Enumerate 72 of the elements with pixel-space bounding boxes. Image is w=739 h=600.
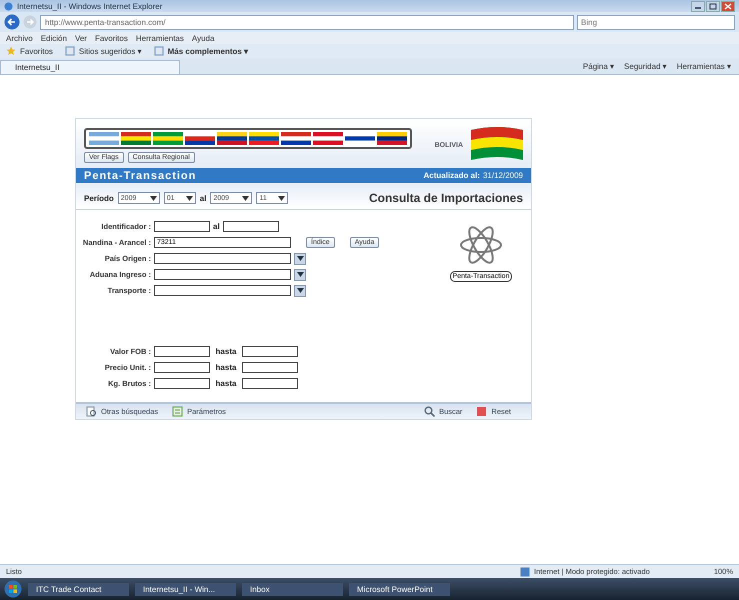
text-field[interactable] [154, 378, 210, 389]
favorites-link[interactable]: Sitios sugeridos ▾ [78, 46, 142, 56]
page-heading: Consulta de Importaciones [368, 191, 523, 205]
dropdown-arrow-icon [296, 272, 304, 277]
flag-icon [313, 132, 343, 144]
text-field[interactable] [242, 346, 298, 357]
range-label: hasta [214, 363, 238, 372]
menu-item[interactable]: Favoritos [94, 34, 128, 42]
star-icon [6, 46, 16, 56]
picker-button[interactable] [294, 284, 306, 296]
menu-item[interactable]: Ver [74, 34, 87, 42]
search-icon [424, 406, 436, 417]
period-to-label: al [200, 194, 206, 202]
menu-item[interactable]: Herramientas [136, 34, 184, 42]
toolbar-menu[interactable]: Página ▾ [582, 62, 614, 70]
browser-tab[interactable]: Internetsu_II [0, 60, 180, 74]
flag-icon [377, 132, 407, 144]
taskbar-item[interactable]: Microsoft PowerPoint [349, 582, 450, 596]
text-field[interactable] [154, 346, 210, 357]
search-field[interactable]: Bing [577, 14, 735, 30]
search-doc-icon [86, 406, 97, 417]
taskbar-item[interactable]: ITC Trade Contact [28, 582, 129, 596]
address-field[interactable]: http://www.penta-transaction.com/ [40, 14, 574, 30]
favorites-link[interactable]: Favoritos [20, 46, 53, 56]
dropdown-arrow-icon [278, 196, 286, 200]
back-icon [4, 14, 20, 30]
brand-name: Penta-Transaction [84, 170, 196, 182]
period-label: Período [84, 194, 114, 202]
url-text: http://www.penta-transaction.com/ [45, 18, 166, 26]
flag-icon [153, 132, 183, 144]
text-field[interactable] [154, 362, 210, 373]
flag-icon [249, 132, 279, 144]
select-field[interactable] [154, 253, 291, 264]
dropdown-arrow-icon [242, 196, 250, 200]
menu-item[interactable]: Archivo [6, 34, 33, 42]
maximize-button[interactable] [706, 0, 720, 12]
browser-icon [4, 2, 13, 10]
flag-icon [89, 132, 119, 144]
favorites-link[interactable]: Más complementos ▾ [168, 46, 248, 56]
flag-icon [121, 132, 151, 144]
text-field[interactable] [222, 221, 279, 232]
menu-item[interactable]: Edición [40, 34, 67, 42]
start-button-icon [4, 580, 22, 598]
updated-date: 31/12/2009 [482, 171, 523, 180]
taskbar-item[interactable]: Internetsu_II - Win... [135, 582, 236, 596]
reset-icon [476, 406, 488, 417]
text-field[interactable] [154, 221, 210, 232]
dropdown-arrow-icon [186, 196, 193, 200]
range-label: al [213, 222, 220, 231]
updated-label: Actualizado al: [424, 171, 480, 180]
dropdown-arrow-icon [296, 256, 304, 261]
text-field[interactable] [242, 378, 298, 389]
select-field[interactable] [154, 285, 291, 296]
dropdown-arrow-icon [150, 196, 157, 200]
select-field[interactable] [154, 269, 291, 280]
text-field[interactable] [242, 362, 298, 373]
range-label: hasta [214, 379, 238, 388]
toolbar-menu[interactable]: Seguridad ▾ [624, 62, 667, 70]
close-button[interactable] [721, 0, 735, 12]
flag-icon [217, 132, 247, 144]
list-icon [172, 406, 184, 417]
flag-icon [281, 132, 311, 144]
range-label: hasta [214, 347, 238, 356]
picker-button[interactable] [294, 268, 306, 280]
window-title: Internetsu_II - Windows Internet Explorer [17, 2, 164, 10]
minimize-button[interactable] [691, 0, 705, 12]
toolbar-menu[interactable]: Herramientas ▾ [676, 62, 731, 70]
forward-icon [23, 15, 37, 29]
taskbar-item[interactable]: Inbox [242, 582, 343, 596]
menu-item[interactable]: Ayuda [192, 34, 214, 42]
picker-button[interactable] [294, 252, 306, 264]
dropdown-arrow-icon [296, 288, 304, 293]
